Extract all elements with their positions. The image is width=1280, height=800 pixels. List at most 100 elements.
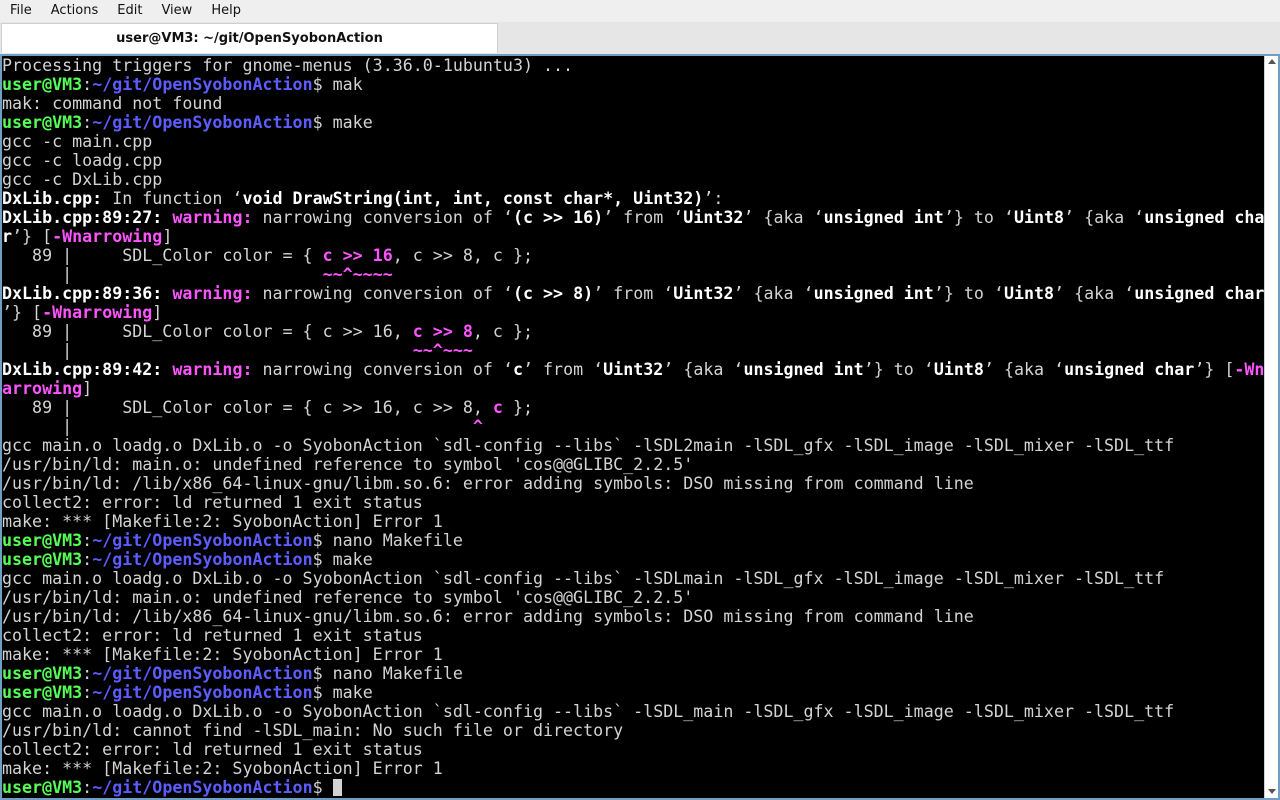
terminal-text: make: *** [Makefile:2: SyobonAction] Err… (2, 645, 443, 664)
terminal-line: /usr/bin/ld: main.o: undefined reference… (2, 588, 1264, 607)
terminal-text: ’ from ‘ (523, 360, 604, 379)
terminal-text: narrowing conversion of ‘ (252, 360, 513, 379)
terminal-text: c (512, 360, 523, 379)
terminal-text: mak: command not found (2, 94, 223, 113)
terminal-text: : (82, 683, 93, 702)
prompt-path: ~/git/OpenSyobonAction (92, 531, 313, 550)
prompt-user: user@VM3 (2, 531, 83, 550)
tab-terminal[interactable]: user@VM3: ~/git/OpenSyobonAction (1, 23, 498, 53)
terminal-line: user@VM3:~/git/OpenSyobonAction$ make (2, 550, 1264, 569)
terminal-text: arrowing (2, 379, 83, 398)
terminal-text: ’ {aka ‘ (743, 208, 824, 227)
terminal-line: mak: command not found (2, 94, 1264, 113)
prompt-path: ~/git/OpenSyobonAction (92, 113, 313, 132)
terminal-text: DxLib.cpp:89:27: (2, 208, 163, 227)
terminal-text: unsigned int (823, 208, 944, 227)
terminal-text: | (2, 265, 323, 284)
terminal-text: : (82, 664, 93, 683)
terminal-line: collect2: error: ld returned 1 exit stat… (2, 740, 1264, 759)
terminal-line: collect2: error: ld returned 1 exit stat… (2, 493, 1264, 512)
terminal-line: ’} [-Wnarrowing] (2, 303, 1264, 322)
terminal-text: gcc main.o loadg.o DxLib.o -o SyobonActi… (2, 702, 1175, 721)
terminal-text: gcc -c main.cpp (2, 132, 153, 151)
terminal-text: unsigned int (743, 360, 864, 379)
terminal-text: /usr/bin/ld: cannot find -lSDL_main: No … (2, 721, 624, 740)
tab-bar: user@VM3: ~/git/OpenSyobonAction (0, 22, 1280, 54)
terminal-text: c (492, 398, 503, 417)
terminal-text: ’} to ‘ (863, 360, 934, 379)
terminal-text: ’ {aka ‘ (983, 360, 1065, 379)
prompt-user: user@VM3 (2, 664, 83, 683)
terminal-text: ~~^~~~ (412, 341, 473, 360)
terminal-text: ’ {aka ‘ (1054, 284, 1135, 303)
terminal-text: ’} [ (2, 303, 43, 322)
terminal-line: gcc -c main.cpp (2, 132, 1264, 151)
terminal-text: | (2, 341, 413, 360)
terminal-text: : (82, 531, 93, 550)
prompt-path: ~/git/OpenSyobonAction (92, 664, 313, 683)
terminal-text: , c >> 8, c }; (392, 246, 533, 265)
terminal-text: $ nano Makefile (312, 531, 463, 550)
terminal-line: collect2: error: ld returned 1 exit stat… (2, 626, 1264, 645)
terminal-text: }; (502, 398, 534, 417)
terminal-cursor (332, 779, 342, 796)
terminal-line: user@VM3:~/git/OpenSyobonAction$ (2, 778, 1264, 797)
terminal-text: unsigned cha (1144, 208, 1264, 227)
terminal-text: ’ {aka ‘ (733, 284, 814, 303)
terminal-text: 89 | SDL_Color color = { c >> 16, c >> 8… (2, 398, 493, 417)
terminal-text: 89 | SDL_Color color = { c >> 16, (2, 322, 413, 341)
prompt-path: ~/git/OpenSyobonAction (92, 550, 313, 569)
terminal-text: collect2: error: ld returned 1 exit stat… (2, 626, 423, 645)
terminal-line: 89 | SDL_Color color = { c >> 16, c >> 8… (2, 322, 1264, 341)
scroll-down-arrow-icon[interactable] (1268, 789, 1276, 794)
terminal-text: c >> 16 (322, 246, 393, 265)
terminal-text: gcc -c DxLib.cpp (2, 170, 163, 189)
terminal-text: DxLib.cpp:89:36: (2, 284, 163, 303)
terminal-output[interactable]: Processing triggers for gnome-menus (3.3… (2, 56, 1264, 798)
scrollbar[interactable] (1264, 56, 1278, 798)
menu-file[interactable]: File (0, 0, 41, 22)
prompt-path: ~/git/OpenSyobonAction (92, 778, 313, 797)
menu-actions[interactable]: Actions (41, 0, 108, 22)
menubar: File Actions Edit View Help (0, 0, 1280, 22)
terminal-line: make: *** [Makefile:2: SyobonAction] Err… (2, 645, 1264, 664)
terminal-text: -Wnarrowing (52, 227, 163, 246)
terminal-text: Uint8 (1013, 208, 1065, 227)
terminal-text: collect2: error: ld returned 1 exit stat… (2, 493, 423, 512)
terminal-text: r (2, 227, 13, 246)
terminal-line: user@VM3:~/git/OpenSyobonAction$ make (2, 683, 1264, 702)
terminal-line: /usr/bin/ld: cannot find -lSDL_main: No … (2, 721, 1264, 740)
terminal-text: narrowing conversion of ‘ (252, 284, 513, 303)
terminal-line: | ^ (2, 417, 1264, 436)
menu-edit[interactable]: Edit (107, 0, 151, 22)
terminal-text: ’ {aka ‘ (663, 360, 744, 379)
menu-help[interactable]: Help (201, 0, 250, 22)
terminal-text: $ nano Makefile (312, 664, 463, 683)
prompt-user: user@VM3 (2, 113, 83, 132)
scroll-up-arrow-icon[interactable] (1268, 59, 1276, 64)
prompt-path: ~/git/OpenSyobonAction (92, 75, 313, 94)
terminal-text: $ (312, 778, 333, 797)
terminal-line: gcc main.o loadg.o DxLib.o -o SyobonActi… (2, 702, 1264, 721)
terminal-text: DxLib.cpp: (2, 189, 103, 208)
terminal-text: $ make (312, 683, 373, 702)
terminal-line: gcc -c loadg.cpp (2, 151, 1264, 170)
terminal-text: (c >> 16) (512, 208, 604, 227)
terminal-text: Uint32 (603, 360, 664, 379)
terminal-text: DxLib.cpp:89:42: (2, 360, 163, 379)
terminal-text: ’ {aka ‘ (1064, 208, 1145, 227)
menu-view[interactable]: View (151, 0, 201, 22)
terminal-text: make: *** [Makefile:2: SyobonAction] Err… (2, 759, 443, 778)
terminal-text: : (82, 75, 93, 94)
terminal-line: gcc -c DxLib.cpp (2, 170, 1264, 189)
terminal-text: $ make (312, 550, 373, 569)
terminal-text: ’: (703, 189, 724, 208)
terminal-text: ’} [ (1194, 360, 1235, 379)
terminal-text: Processing triggers for gnome-menus (3.3… (2, 56, 574, 75)
terminal-text: : (82, 778, 93, 797)
terminal-line: /usr/bin/ld: main.o: undefined reference… (2, 455, 1264, 474)
terminal-line: arrowing] (2, 379, 1264, 398)
terminal-line: /usr/bin/ld: /lib/x86_64-linux-gnu/libm.… (2, 607, 1264, 626)
terminal-line: | ~~^~~~~ (2, 265, 1264, 284)
